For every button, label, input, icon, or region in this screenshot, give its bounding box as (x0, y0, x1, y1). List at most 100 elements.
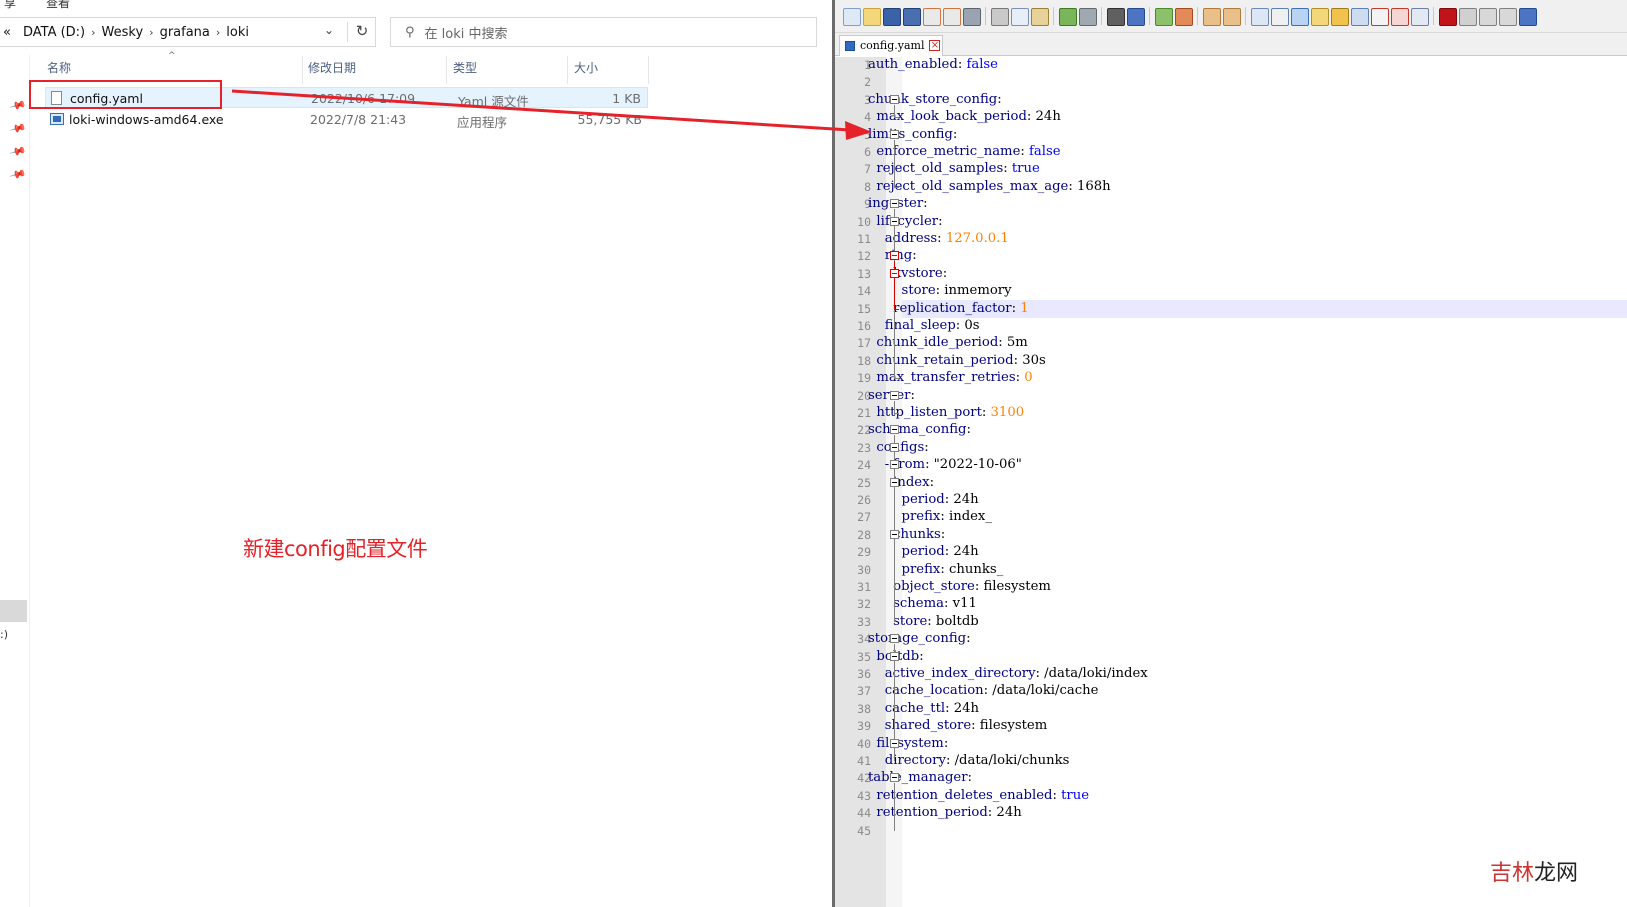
breadcrumb-drive[interactable]: DATA (D:) (23, 25, 85, 40)
code-line[interactable]: kvstore: (868, 265, 947, 283)
fold-toggle-icon[interactable] (890, 390, 899, 400)
file-row-exe[interactable]: loki-windows-amd64.exe 2022/7/8 21:43 应用… (45, 109, 648, 130)
code-line[interactable]: store: boltdb (868, 613, 979, 631)
ribbon-view-tab[interactable]: 查看 (46, 0, 70, 11)
fold-toggle-icon[interactable] (890, 199, 899, 209)
code-line[interactable]: period: 24h (868, 543, 979, 561)
fold-toggle-icon[interactable] (890, 738, 899, 748)
code-line[interactable]: schema_config: (868, 421, 971, 439)
fold-toggle-icon[interactable] (890, 425, 899, 435)
record-macro-icon[interactable] (1439, 8, 1457, 26)
code-line[interactable]: max_transfer_retries: 0 (868, 369, 1032, 387)
eye-icon[interactable] (1411, 8, 1429, 26)
code-line[interactable]: object_store: filesystem (868, 578, 1051, 596)
code-line[interactable]: enforce_metric_name: false (868, 143, 1060, 161)
address-bar[interactable]: « DATA (D:) › Wesky › grafana › loki ⌄ ↻ (0, 17, 376, 47)
file-name[interactable]: loki-windows-amd64.exe (69, 112, 224, 127)
open-file-icon[interactable] (863, 8, 881, 26)
save-all-icon[interactable] (903, 8, 921, 26)
fold-toggle-icon[interactable] (890, 634, 899, 644)
refresh-icon[interactable]: ↻ (347, 22, 376, 42)
fold-toggle-icon[interactable] (890, 251, 899, 261)
code-line[interactable]: cache_ttl: 24h (868, 700, 979, 718)
close-file-icon[interactable] (923, 8, 941, 26)
breadcrumb-wesky[interactable]: Wesky (102, 25, 144, 40)
udl-icon[interactable] (1311, 8, 1329, 26)
breadcrumb-chevron-icon[interactable]: › (149, 26, 153, 39)
fold-toggle-icon[interactable] (890, 460, 899, 470)
column-divider[interactable] (446, 56, 447, 84)
code-line[interactable]: directory: /data/loki/chunks (868, 752, 1070, 770)
code-line[interactable]: table_manager: (868, 769, 972, 787)
fold-toggle-icon[interactable] (890, 529, 899, 539)
code-line[interactable]: chunks: (868, 526, 945, 544)
pin-icon[interactable]: 📌 (9, 96, 27, 114)
code-line[interactable]: address: 127.0.0.1 (868, 230, 1009, 248)
column-divider[interactable] (302, 56, 303, 84)
breadcrumb-grafana[interactable]: grafana (160, 25, 210, 40)
breadcrumb-loki[interactable]: loki (226, 25, 249, 40)
pin-icon[interactable]: 📌 (9, 119, 27, 137)
breadcrumb-chevron-icon[interactable]: › (216, 26, 220, 39)
code-line[interactable]: index: (868, 474, 934, 492)
code-line[interactable]: retention_deletes_enabled: true (868, 787, 1089, 805)
code-line[interactable]: reject_old_samples_max_age: 168h (868, 178, 1110, 196)
code-line[interactable]: chunk_store_config: (868, 91, 1002, 109)
code-line[interactable]: filesystem: (868, 735, 948, 753)
code-line[interactable]: auth_enabled: false (868, 56, 998, 74)
column-header-size[interactable]: 大小 (574, 59, 598, 81)
code-line[interactable]: lifecycler: (868, 213, 942, 231)
show-all-chars-icon[interactable] (1271, 8, 1289, 26)
tab-title[interactable]: config.yaml (860, 39, 924, 52)
monitoring-icon[interactable] (1391, 8, 1409, 26)
code-line[interactable]: store: inmemory (868, 282, 1012, 300)
run-macro-multiple-icon[interactable] (1499, 8, 1517, 26)
ribbon-share-tab[interactable]: 享 (4, 0, 16, 11)
code-line[interactable]: final_sleep: 0s (868, 317, 980, 335)
copy-icon[interactable] (1011, 8, 1029, 26)
column-header-type[interactable]: 类型 (453, 59, 477, 81)
column-divider[interactable] (648, 56, 649, 84)
zoom-in-icon[interactable] (1155, 8, 1173, 26)
fold-toggle-icon[interactable] (890, 94, 899, 104)
nav-item-label[interactable]: :) (0, 628, 8, 641)
code-line[interactable]: http_listen_port: 3100 (868, 404, 1024, 422)
address-overflow[interactable]: « (3, 25, 11, 40)
stop-macro-icon[interactable] (1459, 8, 1477, 26)
column-header-modified[interactable]: 修改日期 (308, 59, 356, 81)
word-wrap-icon[interactable] (1251, 8, 1269, 26)
folder-workspace-icon[interactable] (1371, 8, 1389, 26)
column-divider[interactable] (567, 56, 568, 84)
address-dropdown-icon[interactable]: ⌄ (324, 23, 334, 37)
cut-icon[interactable] (991, 8, 1009, 26)
code-line[interactable]: active_index_directory: /data/loki/index (868, 665, 1148, 683)
fold-toggle-icon[interactable] (890, 442, 899, 452)
code-line[interactable]: chunk_idle_period: 5m (868, 334, 1027, 352)
save-macro-icon[interactable] (1519, 8, 1537, 26)
pin-icon[interactable]: 📌 (9, 165, 27, 183)
undo-icon[interactable] (1059, 8, 1077, 26)
code-line[interactable]: limits_config: (868, 126, 957, 144)
save-icon[interactable] (883, 8, 901, 26)
code-line[interactable]: prefix: index_ (868, 508, 992, 526)
close-tab-icon[interactable]: × (929, 40, 941, 51)
play-macro-icon[interactable] (1479, 8, 1497, 26)
paste-icon[interactable] (1031, 8, 1049, 26)
redo-icon[interactable] (1079, 8, 1097, 26)
fold-toggle-icon[interactable] (890, 773, 899, 783)
fold-toggle-icon[interactable] (890, 651, 899, 661)
indent-guide-icon[interactable] (1291, 8, 1309, 26)
function-list-icon[interactable] (1351, 8, 1369, 26)
fold-toggle-icon[interactable] (890, 216, 899, 226)
sync-vertical-icon[interactable] (1203, 8, 1221, 26)
fold-toggle-icon[interactable] (890, 268, 899, 278)
tab-config-yaml[interactable]: config.yaml × (839, 35, 944, 56)
doc-map-icon[interactable] (1331, 8, 1349, 26)
zoom-out-icon[interactable] (1175, 8, 1193, 26)
code-line[interactable]: retention_period: 24h (868, 804, 1021, 822)
column-header-name[interactable]: 名称 (47, 59, 71, 81)
fold-toggle-icon[interactable] (890, 129, 899, 139)
breadcrumb-chevron-icon[interactable]: › (91, 26, 95, 39)
fold-toggle-icon[interactable] (890, 477, 899, 487)
replace-icon[interactable] (1127, 8, 1145, 26)
